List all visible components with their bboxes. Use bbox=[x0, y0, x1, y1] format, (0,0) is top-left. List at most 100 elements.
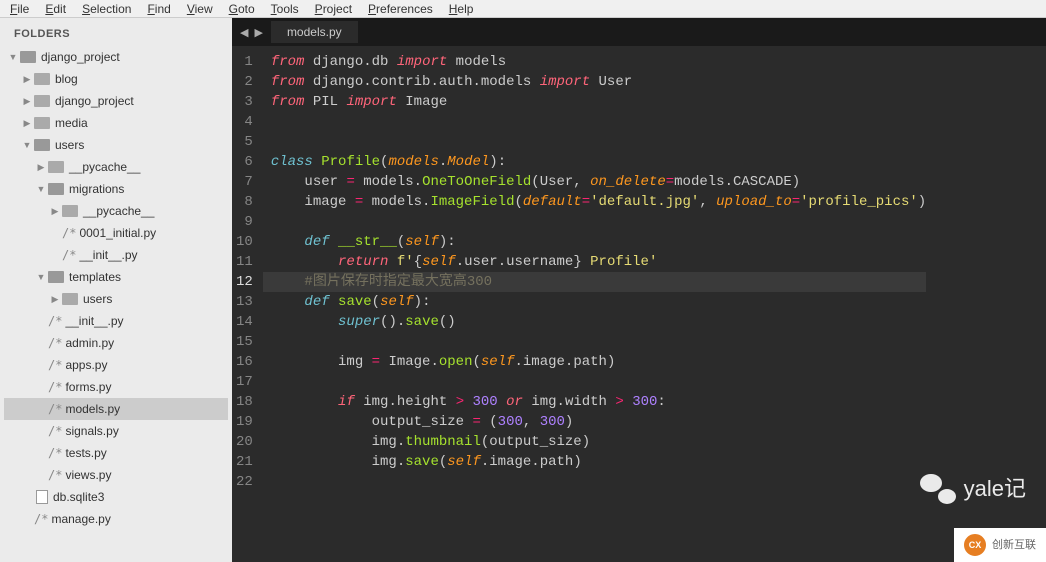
folder-users[interactable]: ▶users bbox=[4, 288, 228, 310]
code-line[interactable]: return f'{self.user.username} Profile' bbox=[263, 252, 926, 272]
file-prefix: /* bbox=[62, 224, 76, 242]
menu-tools[interactable]: Tools bbox=[271, 2, 299, 16]
line-number: 19 bbox=[236, 412, 253, 432]
folder-migrations[interactable]: ▼migrations bbox=[4, 178, 228, 200]
tree-label: forms.py bbox=[65, 378, 111, 396]
file-prefix: /* bbox=[62, 246, 76, 264]
code-line[interactable] bbox=[263, 332, 926, 352]
tree-label: db.sqlite3 bbox=[53, 488, 104, 506]
tab-models[interactable]: models.py bbox=[271, 21, 359, 43]
folder-django-project[interactable]: ▶django_project bbox=[4, 90, 228, 112]
code-line[interactable] bbox=[263, 372, 926, 392]
line-number: 17 bbox=[236, 372, 253, 392]
tree-label: __init__.py bbox=[79, 246, 137, 264]
line-number: 13 bbox=[236, 292, 253, 312]
code-editor[interactable]: 12345678910111213141516171819202122 from… bbox=[232, 46, 1046, 562]
folder-icon bbox=[62, 205, 78, 217]
code-line[interactable]: from django.db import models bbox=[263, 52, 926, 72]
tree-label: apps.py bbox=[65, 356, 107, 374]
sidebar-title: FOLDERS bbox=[4, 26, 228, 46]
code-body[interactable]: from django.db import modelsfrom django.… bbox=[263, 46, 926, 562]
menu-edit[interactable]: Edit bbox=[45, 2, 66, 16]
code-line[interactable]: def __str__(self): bbox=[263, 232, 926, 252]
menu-selection[interactable]: Selection bbox=[82, 2, 131, 16]
folder-tree: ▼ django_project ▶blog▶django_project▶medi… bbox=[4, 46, 228, 530]
arrow-icon: ▼ bbox=[22, 136, 32, 154]
folder---pycache--[interactable]: ▶__pycache__ bbox=[4, 156, 228, 178]
code-line[interactable]: def save(self): bbox=[263, 292, 926, 312]
file-tests-py[interactable]: /*tests.py bbox=[4, 442, 228, 464]
tree-label: manage.py bbox=[51, 510, 110, 528]
tab-next-icon[interactable]: ▶ bbox=[254, 26, 262, 39]
code-line[interactable]: from django.contrib.auth.models import U… bbox=[263, 72, 926, 92]
code-line[interactable] bbox=[263, 132, 926, 152]
code-line[interactable] bbox=[263, 112, 926, 132]
code-line[interactable]: if img.height > 300 or img.width > 300: bbox=[263, 392, 926, 412]
file-prefix: /* bbox=[48, 334, 62, 352]
file-0001-initial-py[interactable]: /*0001_initial.py bbox=[4, 222, 228, 244]
folder-media[interactable]: ▶media bbox=[4, 112, 228, 134]
folder-templates[interactable]: ▼ templates bbox=[4, 266, 228, 288]
code-line[interactable]: from PIL import Image bbox=[263, 92, 926, 112]
menu-preferences[interactable]: Preferences bbox=[368, 2, 433, 16]
arrow-icon: ▼ bbox=[36, 180, 46, 198]
file-prefix: /* bbox=[48, 356, 62, 374]
file---init---py[interactable]: /*__init__.py bbox=[4, 244, 228, 266]
folder-blog[interactable]: ▶blog bbox=[4, 68, 228, 90]
folder-users[interactable]: ▼users bbox=[4, 134, 228, 156]
file-manage-py[interactable]: /*manage.py bbox=[4, 508, 228, 530]
file-models-py[interactable]: /*models.py bbox=[4, 398, 228, 420]
tree-label: admin.py bbox=[65, 334, 114, 352]
folder-icon bbox=[34, 95, 50, 107]
file-prefix: /* bbox=[48, 466, 62, 484]
line-number: 5 bbox=[236, 132, 253, 152]
code-line[interactable]: img = Image.open(self.image.path) bbox=[263, 352, 926, 372]
code-line[interactable]: img.thumbnail(output_size) bbox=[263, 432, 926, 452]
code-line[interactable] bbox=[263, 212, 926, 232]
tree-label: views.py bbox=[65, 466, 111, 484]
file-admin-py[interactable]: /*admin.py bbox=[4, 332, 228, 354]
arrow-icon: ▼ bbox=[8, 48, 18, 66]
file-icon bbox=[36, 490, 48, 504]
file-views-py[interactable]: /*views.py bbox=[4, 464, 228, 486]
file-prefix: /* bbox=[34, 510, 48, 528]
tab-prev-icon[interactable]: ◀ bbox=[240, 26, 248, 39]
arrow-icon: ▼ bbox=[36, 268, 46, 286]
file-forms-py[interactable]: /*forms.py bbox=[4, 376, 228, 398]
tree-label: django_project bbox=[41, 48, 120, 66]
tree-label: templates bbox=[69, 268, 121, 286]
arrow-icon: ▶ bbox=[50, 202, 60, 220]
menu-project[interactable]: Project bbox=[315, 2, 352, 16]
folder-icon bbox=[48, 161, 64, 173]
tab-bar: ◀ ▶ models.py bbox=[232, 18, 1046, 46]
file-db-sqlite3[interactable]: db.sqlite3 bbox=[4, 486, 228, 508]
file-signals-py[interactable]: /*signals.py bbox=[4, 420, 228, 442]
code-line[interactable]: class Profile(models.Model): bbox=[263, 152, 926, 172]
file-apps-py[interactable]: /*apps.py bbox=[4, 354, 228, 376]
code-line[interactable]: user = models.OneToOneField(User, on_del… bbox=[263, 172, 926, 192]
tab-nav-arrows[interactable]: ◀ ▶ bbox=[232, 26, 271, 39]
line-number: 18 bbox=[236, 392, 253, 412]
brand-text: 创新互联 bbox=[992, 535, 1036, 555]
code-line[interactable]: image = models.ImageField(default='defau… bbox=[263, 192, 926, 212]
folder-icon bbox=[62, 293, 78, 305]
menu-file[interactable]: File bbox=[10, 2, 29, 16]
code-line[interactable]: super().save() bbox=[263, 312, 926, 332]
code-line[interactable] bbox=[263, 472, 926, 492]
menu-goto[interactable]: Goto bbox=[229, 2, 255, 16]
code-line[interactable]: output_size = (300, 300) bbox=[263, 412, 926, 432]
file---init---py[interactable]: /*__init__.py bbox=[4, 310, 228, 332]
menu-find[interactable]: Find bbox=[147, 2, 170, 16]
menu-view[interactable]: View bbox=[187, 2, 213, 16]
code-line[interactable]: img.save(self.image.path) bbox=[263, 452, 926, 472]
file-prefix: /* bbox=[48, 444, 62, 462]
code-line[interactable]: #图片保存时指定最大宽高300 bbox=[263, 272, 926, 292]
tree-label: users bbox=[83, 290, 112, 308]
folder-django-project[interactable]: ▼ django_project bbox=[4, 46, 228, 68]
arrow-icon: ▶ bbox=[22, 114, 32, 132]
line-number: 11 bbox=[236, 252, 253, 272]
line-number: 7 bbox=[236, 172, 253, 192]
line-number: 1 bbox=[236, 52, 253, 72]
menu-help[interactable]: Help bbox=[449, 2, 474, 16]
folder---pycache--[interactable]: ▶__pycache__ bbox=[4, 200, 228, 222]
